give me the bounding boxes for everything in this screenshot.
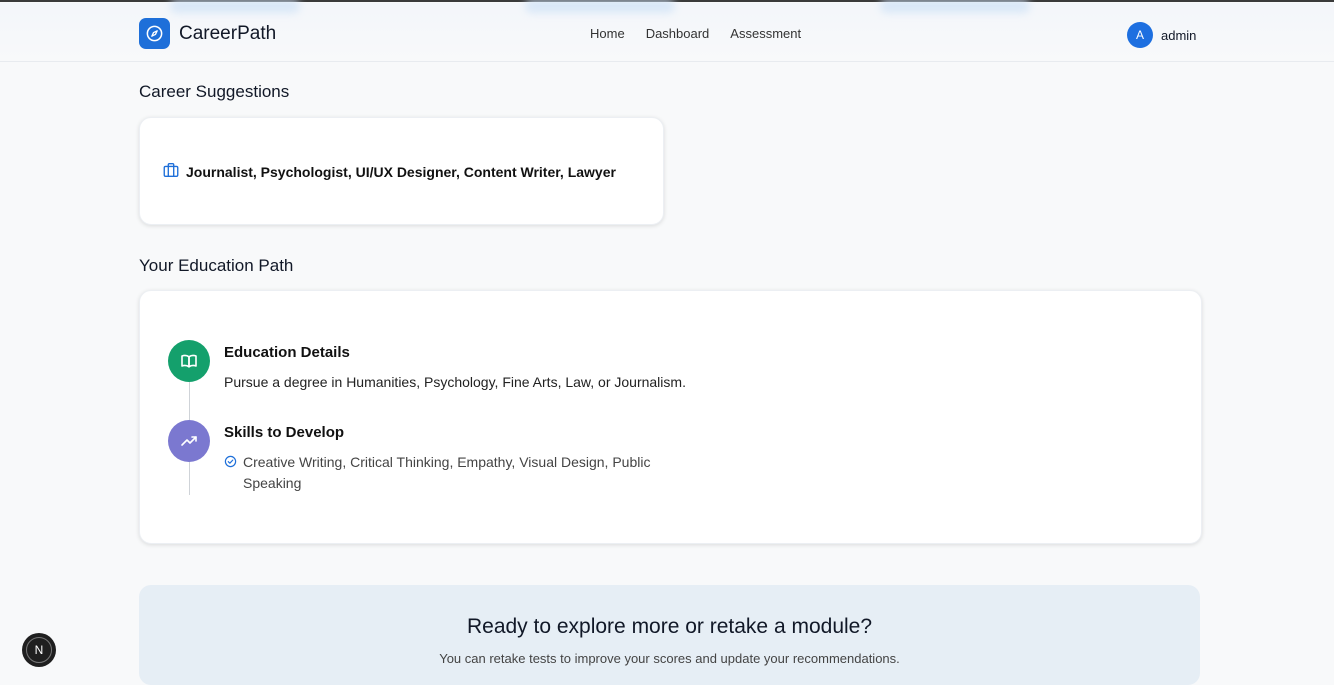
n-logo-icon: N	[26, 637, 52, 663]
education-path-heading: Your Education Path	[139, 256, 294, 275]
skills-to-develop-title: Skills to Develop	[224, 424, 345, 441]
main-nav: Home Dashboard Assessment	[590, 26, 801, 41]
brand-name: CareerPath	[179, 22, 277, 44]
briefcase-icon	[162, 161, 180, 182]
header-decoration	[170, 0, 300, 13]
username: admin	[1161, 27, 1197, 43]
retake-cta-panel: Ready to explore more or retake a module…	[139, 585, 1200, 685]
education-path-card: Education Details Pursue a degree in Hum…	[139, 290, 1202, 544]
career-suggestions-heading: Career Suggestions	[139, 82, 290, 101]
header-decoration	[525, 0, 675, 13]
trending-up-icon	[168, 420, 210, 462]
education-details-text: Pursue a degree in Humanities, Psycholog…	[224, 374, 686, 390]
compass-icon	[139, 18, 170, 49]
cta-title: Ready to explore more or retake a module…	[466, 615, 873, 638]
nav-dashboard-link[interactable]: Dashboard	[646, 26, 710, 41]
header-decoration	[880, 0, 1030, 13]
education-details-title: Education Details	[224, 344, 350, 361]
check-circle-icon	[224, 455, 237, 494]
user-menu[interactable]: A admin	[1127, 22, 1196, 48]
nav-home-link[interactable]: Home	[590, 26, 625, 41]
skills-text: Creative Writing, Critical Thinking, Emp…	[243, 454, 651, 491]
top-navbar: CareerPath Home Dashboard Assessment A a…	[0, 0, 1334, 62]
career-suggestions-card: Journalist, Psychologist, UI/UX Designer…	[139, 117, 664, 225]
nav-assessment-link[interactable]: Assessment	[730, 26, 801, 41]
next-dev-tools-button[interactable]: N	[22, 633, 56, 667]
book-open-icon	[168, 340, 210, 382]
career-suggestions-row: Journalist, Psychologist, UI/UX Designer…	[162, 161, 616, 182]
cta-subtitle: You can retake tests to improve your sco…	[439, 651, 900, 666]
avatar: A	[1127, 22, 1153, 48]
career-suggestions-text: Journalist, Psychologist, UI/UX Designer…	[186, 163, 616, 180]
brand-logo-link[interactable]: CareerPath	[139, 18, 276, 49]
skills-list-item: Creative Writing, Critical Thinking, Emp…	[224, 452, 703, 494]
